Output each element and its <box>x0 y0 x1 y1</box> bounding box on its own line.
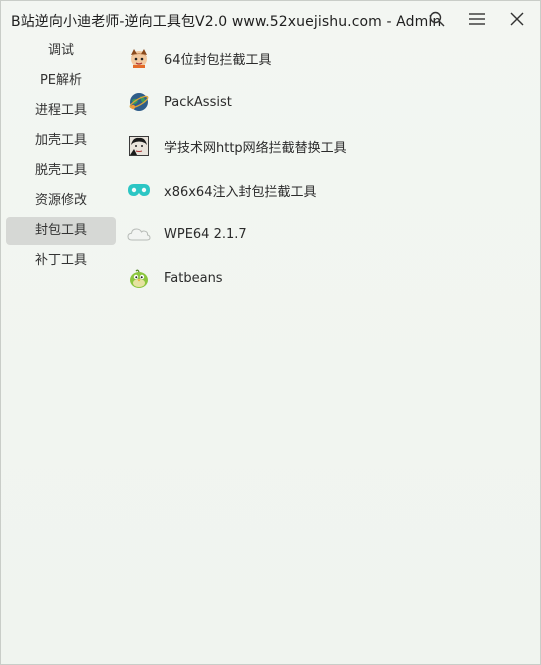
close-button[interactable] <box>506 9 528 29</box>
sidebar-item-patch-tools[interactable]: 补丁工具 <box>6 247 116 275</box>
sidebar-item-packet-tools[interactable]: 封包工具 <box>6 217 116 245</box>
menu-icon <box>469 13 485 25</box>
close-icon <box>510 12 524 26</box>
bird-icon <box>127 266 151 290</box>
portrait-icon <box>127 134 151 158</box>
tool-label: WPE64 2.1.7 <box>164 226 247 242</box>
tool-label: 学技术网http网络拦截替换工具 <box>164 140 347 156</box>
tool-item[interactable]: WPE64 2.1.7 <box>127 220 247 248</box>
tool-label: Fatbeans <box>164 270 223 286</box>
title-bar: B站逆向小迪老师-逆向工具包V2.0 www.52xuejishu.com - … <box>1 1 540 37</box>
window-title: B站逆向小迪老师-逆向工具包V2.0 www.52xuejishu.com - … <box>11 14 442 30</box>
search-button[interactable] <box>426 9 448 29</box>
tool-item[interactable]: 64位封包拦截工具 <box>127 44 272 72</box>
menu-button[interactable] <box>466 9 488 29</box>
mask-icon <box>127 178 151 202</box>
sidebar-item-packer-tools[interactable]: 加壳工具 <box>6 127 116 155</box>
fox-icon <box>127 46 151 70</box>
tool-label: x86x64注入封包拦截工具 <box>164 184 317 200</box>
sidebar-item-pe-parse[interactable]: PE解析 <box>6 67 116 95</box>
tool-label: PackAssist <box>164 94 232 110</box>
tool-item[interactable]: PackAssist <box>127 88 232 116</box>
sidebar-item-resource-edit[interactable]: 资源修改 <box>6 187 116 215</box>
globe-icon <box>127 90 151 114</box>
tool-item[interactable]: Fatbeans <box>127 264 223 292</box>
tool-item[interactable]: 学技术网http网络拦截替换工具 <box>127 132 347 160</box>
category-sidebar: 调试 PE解析 进程工具 加壳工具 脱壳工具 资源修改 封包工具 补丁工具 <box>6 37 116 277</box>
sidebar-item-unpacker-tools[interactable]: 脱壳工具 <box>6 157 116 185</box>
cloud-icon <box>127 222 151 246</box>
tool-item[interactable]: x86x64注入封包拦截工具 <box>127 176 316 204</box>
tool-label: 64位封包拦截工具 <box>164 52 272 68</box>
search-icon <box>429 11 445 27</box>
sidebar-item-debug[interactable]: 调试 <box>6 37 116 65</box>
sidebar-item-process-tools[interactable]: 进程工具 <box>6 97 116 125</box>
app-window: B站逆向小迪老师-逆向工具包V2.0 www.52xuejishu.com - … <box>0 0 541 665</box>
